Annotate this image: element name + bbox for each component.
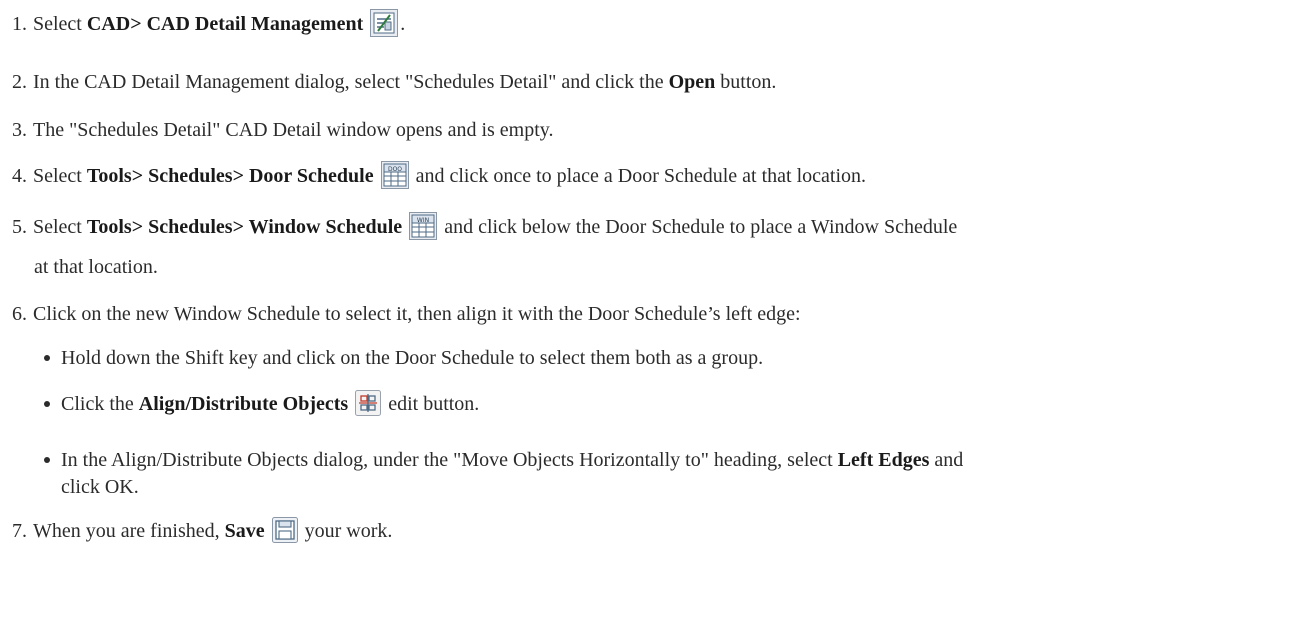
menu-path: CAD> CAD Detail Management [86,13,364,35]
door-schedule-icon: DOO [380,161,409,190]
step-text-end: button. [715,71,777,93]
step-text-end: your work. [299,520,393,542]
step-text: Select [33,13,87,35]
step-number: 4. [12,165,27,187]
window-schedule-icon: WIN [409,212,438,241]
substep-text-end: edit button. [383,393,480,415]
step-6: 6. Click on the new Window Schedule to se… [0,301,801,327]
menu-path: Tools> Schedules> Door Schedule [86,165,374,187]
substep-text-end: and [929,449,964,471]
step-text-end: and click once to place a Door Schedule … [410,165,867,187]
save-icon [271,517,298,544]
bullet-icon [44,354,50,361]
step-3: 3. The "Schedules Detail" CAD Detail wind… [0,117,554,143]
step-text: When you are finished, [33,520,225,542]
step-5: 5. Select Tools> Schedules> Window Schedu… [0,212,958,241]
step-text: Click on the new Window Schedule to sele… [33,303,801,325]
substep-text: In the Align/Distribute Objects dialog, … [61,449,838,471]
step-number: 2. [12,71,27,93]
step-text: The "Schedules Detail" CAD Detail window… [33,119,554,141]
step-4: 4. Select Tools> Schedules> Door Schedule… [0,161,867,190]
substep-2: Click the Align/Distribute Objects edit … [44,390,480,417]
step-text-end: and click below the Door Schedule to pla… [439,216,958,238]
align-distribute-icon [355,390,382,417]
step-number: 1. [12,13,27,35]
step-1: 1. Select CAD> CAD Detail Management . [0,9,406,38]
step-number: 3. [12,119,27,141]
svg-text:DOO: DOO [388,166,402,173]
step-2: 2. In the CAD Detail Management dialog, s… [0,69,776,95]
align-distribute-label: Align/Distribute Objects [138,393,349,415]
substep-3-continuation: click OK. [61,476,139,498]
step-number: 6. [12,303,27,325]
step-text: Select [33,216,87,238]
substep-1: Hold down the Shift key and click on the… [44,345,763,371]
menu-path: Tools> Schedules> Window Schedule [86,216,403,238]
bullet-icon [44,456,50,463]
step-text: In the CAD Detail Management dialog, sel… [33,71,669,93]
substep-3: In the Align/Distribute Objects dialog, … [44,447,963,473]
step-5-continuation: at that location. [34,256,158,278]
cad-detail-management-icon [370,9,399,38]
step-7: 7. When you are finished, Save your work. [0,517,393,544]
substep-text: Hold down the Shift key and click on the… [61,347,764,369]
step-text-end: . [400,13,406,35]
save-label: Save [224,520,265,542]
bullet-icon [44,400,50,407]
substep-text: Click the [61,393,139,415]
left-edges-label: Left Edges [837,449,930,471]
step-number: 5. [12,216,27,238]
step-number: 7. [12,520,27,542]
open-button-label: Open [668,71,716,93]
svg-text:WIN: WIN [417,217,429,224]
step-text: Select [33,165,87,187]
